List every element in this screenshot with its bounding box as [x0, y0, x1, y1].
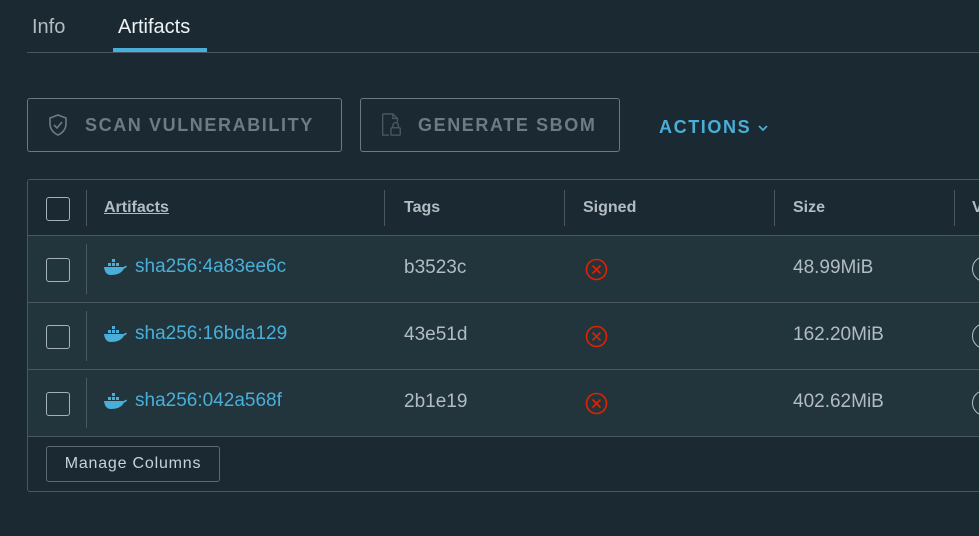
docker-icon — [104, 326, 127, 342]
scan-vulnerability-label: SCAN VULNERABILITY — [85, 114, 314, 135]
vulnerability-status-icon — [972, 256, 979, 282]
column-header-partial[interactable]: V — [972, 199, 979, 217]
docker-icon — [104, 259, 127, 275]
row-checkbox[interactable] — [46, 258, 70, 282]
column-separator[interactable] — [564, 190, 565, 226]
not-signed-icon — [585, 325, 608, 348]
tag-cell: 2b1e19 — [404, 391, 468, 412]
tab-info[interactable]: Info — [32, 16, 65, 39]
shield-check-icon — [49, 114, 67, 136]
size-cell: 162.20MiB — [793, 324, 884, 345]
not-signed-icon — [585, 258, 608, 281]
column-header-tags[interactable]: Tags — [404, 199, 440, 217]
active-tab-indicator — [113, 48, 207, 52]
tab-artifacts[interactable]: Artifacts — [118, 16, 190, 39]
size-cell: 402.62MiB — [793, 391, 884, 412]
not-signed-icon — [585, 392, 608, 415]
artifacts-datagrid: Artifacts Tags Signed Size V sha256:4a83… — [27, 179, 979, 492]
tab-bar: Info Artifacts — [27, 0, 979, 53]
actions-label: ACTIONS — [659, 117, 752, 137]
select-all-checkbox[interactable] — [46, 197, 70, 221]
column-header-size[interactable]: Size — [793, 199, 825, 217]
artifact-digest-link[interactable]: sha256:042a568f — [103, 390, 282, 412]
tag-cell: b3523c — [404, 257, 467, 278]
document-lock-icon — [382, 113, 401, 136]
artifact-digest: sha256:16bda129 — [135, 323, 288, 344]
row-separator — [86, 378, 87, 428]
column-separator — [86, 190, 87, 226]
scan-vulnerability-button[interactable]: SCAN VULNERABILITY — [27, 98, 342, 152]
table-row: sha256:4a83ee6c b3523c 48.99MiB — [28, 236, 979, 303]
table-row: sha256:16bda129 43e51d 162.20MiB — [28, 303, 979, 370]
generate-sbom-button[interactable]: GENERATE SBOM — [360, 98, 620, 152]
chevron-down-icon — [758, 124, 768, 131]
column-separator[interactable] — [384, 190, 385, 226]
docker-icon — [104, 393, 127, 409]
column-separator[interactable] — [954, 190, 955, 226]
tag-cell: 43e51d — [404, 324, 468, 345]
manage-columns-button[interactable]: Manage Columns — [46, 446, 220, 482]
column-header-artifacts[interactable]: Artifacts — [104, 199, 169, 217]
table-row: sha256:042a568f 2b1e19 402.62MiB — [28, 370, 979, 437]
generate-sbom-label: GENERATE SBOM — [418, 114, 597, 135]
row-checkbox[interactable] — [46, 325, 70, 349]
vulnerability-status-icon — [972, 323, 979, 349]
artifact-digest-link[interactable]: sha256:16bda129 — [103, 323, 287, 345]
row-separator — [86, 311, 87, 361]
row-separator — [86, 244, 87, 294]
artifact-digest-link[interactable]: sha256:4a83ee6c — [103, 256, 286, 278]
row-checkbox[interactable] — [46, 392, 70, 416]
artifact-digest: sha256:042a568f — [135, 390, 282, 411]
size-cell: 48.99MiB — [793, 257, 874, 278]
artifact-digest: sha256:4a83ee6c — [135, 256, 287, 277]
datagrid-header: Artifacts Tags Signed Size V — [28, 180, 979, 236]
actions-dropdown[interactable]: ACTIONS — [659, 117, 769, 138]
column-header-signed[interactable]: Signed — [583, 199, 636, 217]
column-separator[interactable] — [774, 190, 775, 226]
vulnerability-status-icon — [972, 390, 979, 416]
